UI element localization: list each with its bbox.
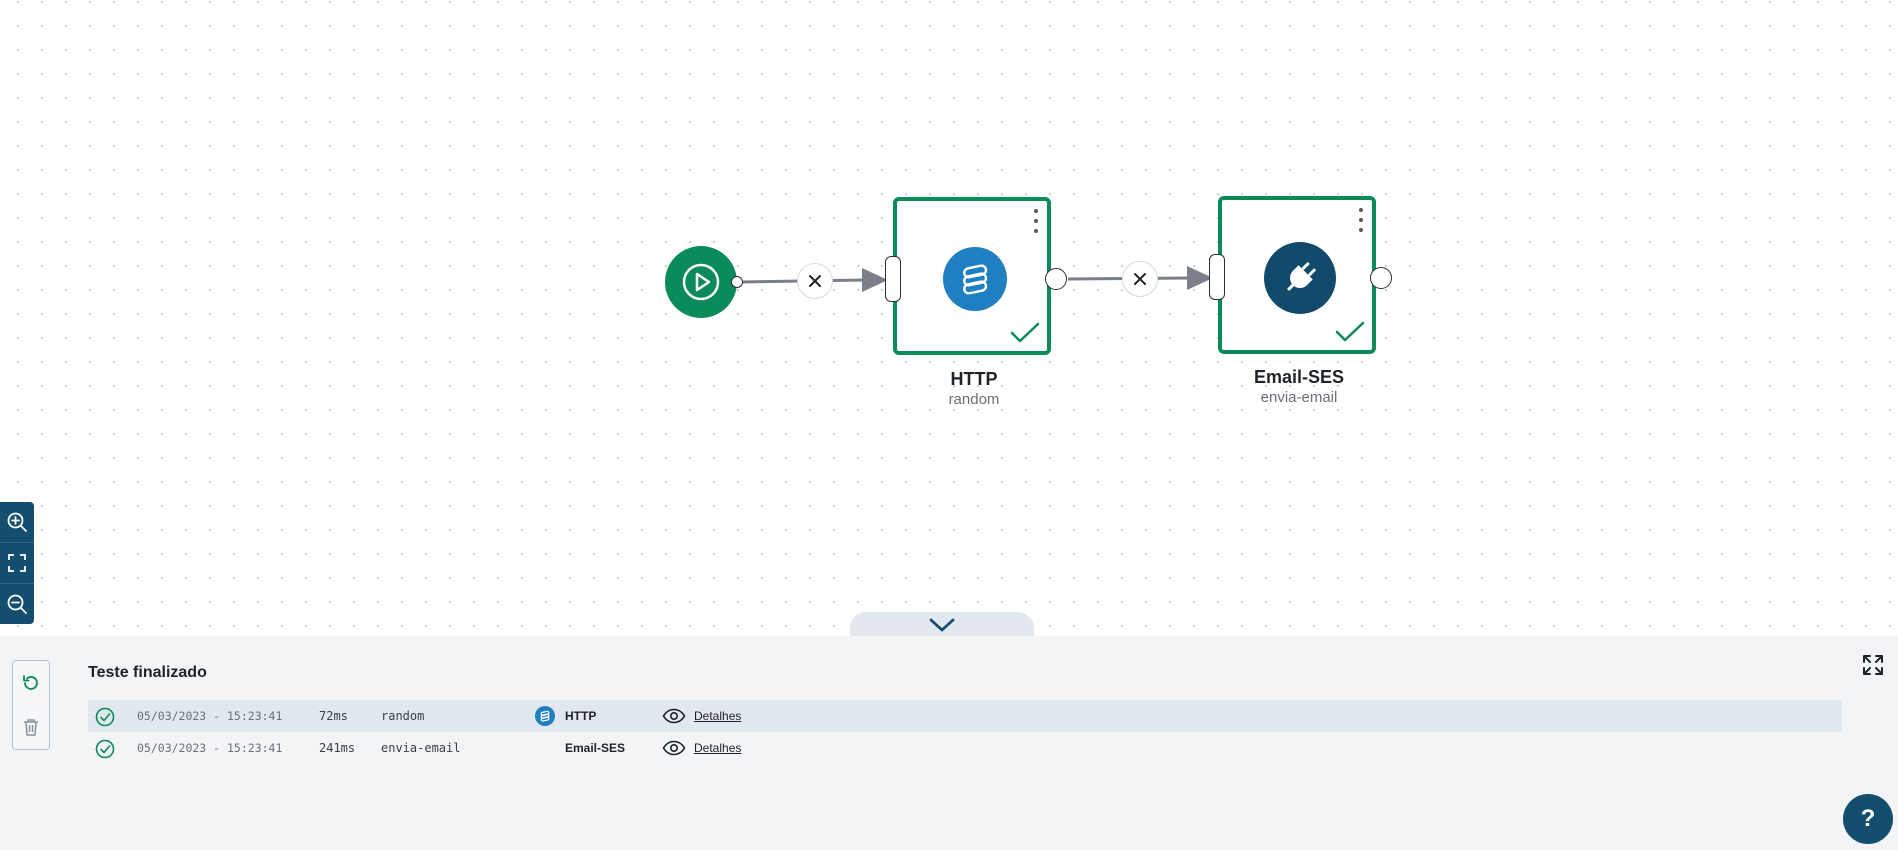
expand-panel-button[interactable] xyxy=(1862,654,1884,681)
fit-view-icon xyxy=(8,554,26,572)
start-output-handle[interactable] xyxy=(731,276,743,288)
check-icon xyxy=(1335,321,1365,342)
stack-icon xyxy=(535,706,555,726)
node-menu-icon[interactable] xyxy=(1356,208,1366,232)
email-ses-input-handle[interactable] xyxy=(1209,254,1225,300)
table-row[interactable]: 05/03/2023 - 15:23:41 72ms random HTTP D… xyxy=(88,700,1842,732)
zoom-out-button[interactable] xyxy=(0,584,34,624)
node-title: HTTP xyxy=(950,369,998,389)
zoom-controls xyxy=(0,502,34,624)
check-icon xyxy=(1010,322,1040,343)
trash-icon xyxy=(24,719,38,736)
node-subtitle: random xyxy=(948,391,1000,408)
log-duration: 72ms xyxy=(319,709,348,723)
start-node[interactable] xyxy=(665,246,737,318)
http-node[interactable] xyxy=(893,197,1051,355)
clear-button[interactable] xyxy=(22,717,40,737)
node-menu-icon[interactable] xyxy=(1031,209,1041,233)
email-ses-output-handle[interactable] xyxy=(1370,267,1392,289)
log-name: envia-email xyxy=(381,741,461,755)
log-service: HTTP xyxy=(565,709,597,723)
delete-edge-button[interactable] xyxy=(797,263,833,299)
panel-tools xyxy=(12,660,50,750)
stack-icon xyxy=(943,247,1007,311)
test-results-panel: Teste finalizado 05/03/2023 - 15:23:41 7… xyxy=(0,636,1898,850)
zoom-out-icon xyxy=(7,594,27,614)
plug-icon xyxy=(1264,242,1336,314)
collapse-panel-button[interactable] xyxy=(850,612,1034,638)
chevron-down-icon xyxy=(929,618,955,632)
log-service: Email-SES xyxy=(565,741,626,755)
success-icon xyxy=(95,739,115,759)
details-link[interactable]: Detalhes xyxy=(694,709,741,723)
eye-icon[interactable] xyxy=(662,740,686,756)
play-icon xyxy=(682,263,720,301)
close-icon xyxy=(1134,273,1146,285)
http-output-handle[interactable] xyxy=(1045,268,1067,290)
node-subtitle: envia-email xyxy=(1260,389,1338,406)
log-duration: 241ms xyxy=(319,741,356,755)
close-icon xyxy=(809,275,821,287)
email-ses-node[interactable] xyxy=(1218,196,1376,354)
delete-edge-button[interactable] xyxy=(1122,261,1158,297)
panel-title: Teste finalizado xyxy=(88,664,207,681)
details-link[interactable]: Detalhes xyxy=(694,741,741,755)
zoom-in-button[interactable] xyxy=(0,502,34,543)
eye-icon[interactable] xyxy=(662,708,686,724)
log-timestamp: 05/03/2023 - 15:23:41 xyxy=(137,741,283,755)
table-row[interactable]: 05/03/2023 - 15:23:41 241ms envia-email … xyxy=(88,732,1842,764)
node-title: Email-SES xyxy=(1253,367,1345,387)
help-button[interactable]: ? xyxy=(1843,794,1893,844)
rerun-button[interactable] xyxy=(21,673,41,693)
log-name: random xyxy=(381,709,425,723)
expand-icon xyxy=(1863,655,1883,675)
fit-view-button[interactable] xyxy=(0,543,34,584)
refresh-icon xyxy=(23,675,38,690)
log-timestamp: 05/03/2023 - 15:23:41 xyxy=(137,709,283,723)
zoom-in-icon xyxy=(7,512,27,532)
http-input-handle[interactable] xyxy=(885,256,901,302)
success-icon xyxy=(95,707,115,727)
